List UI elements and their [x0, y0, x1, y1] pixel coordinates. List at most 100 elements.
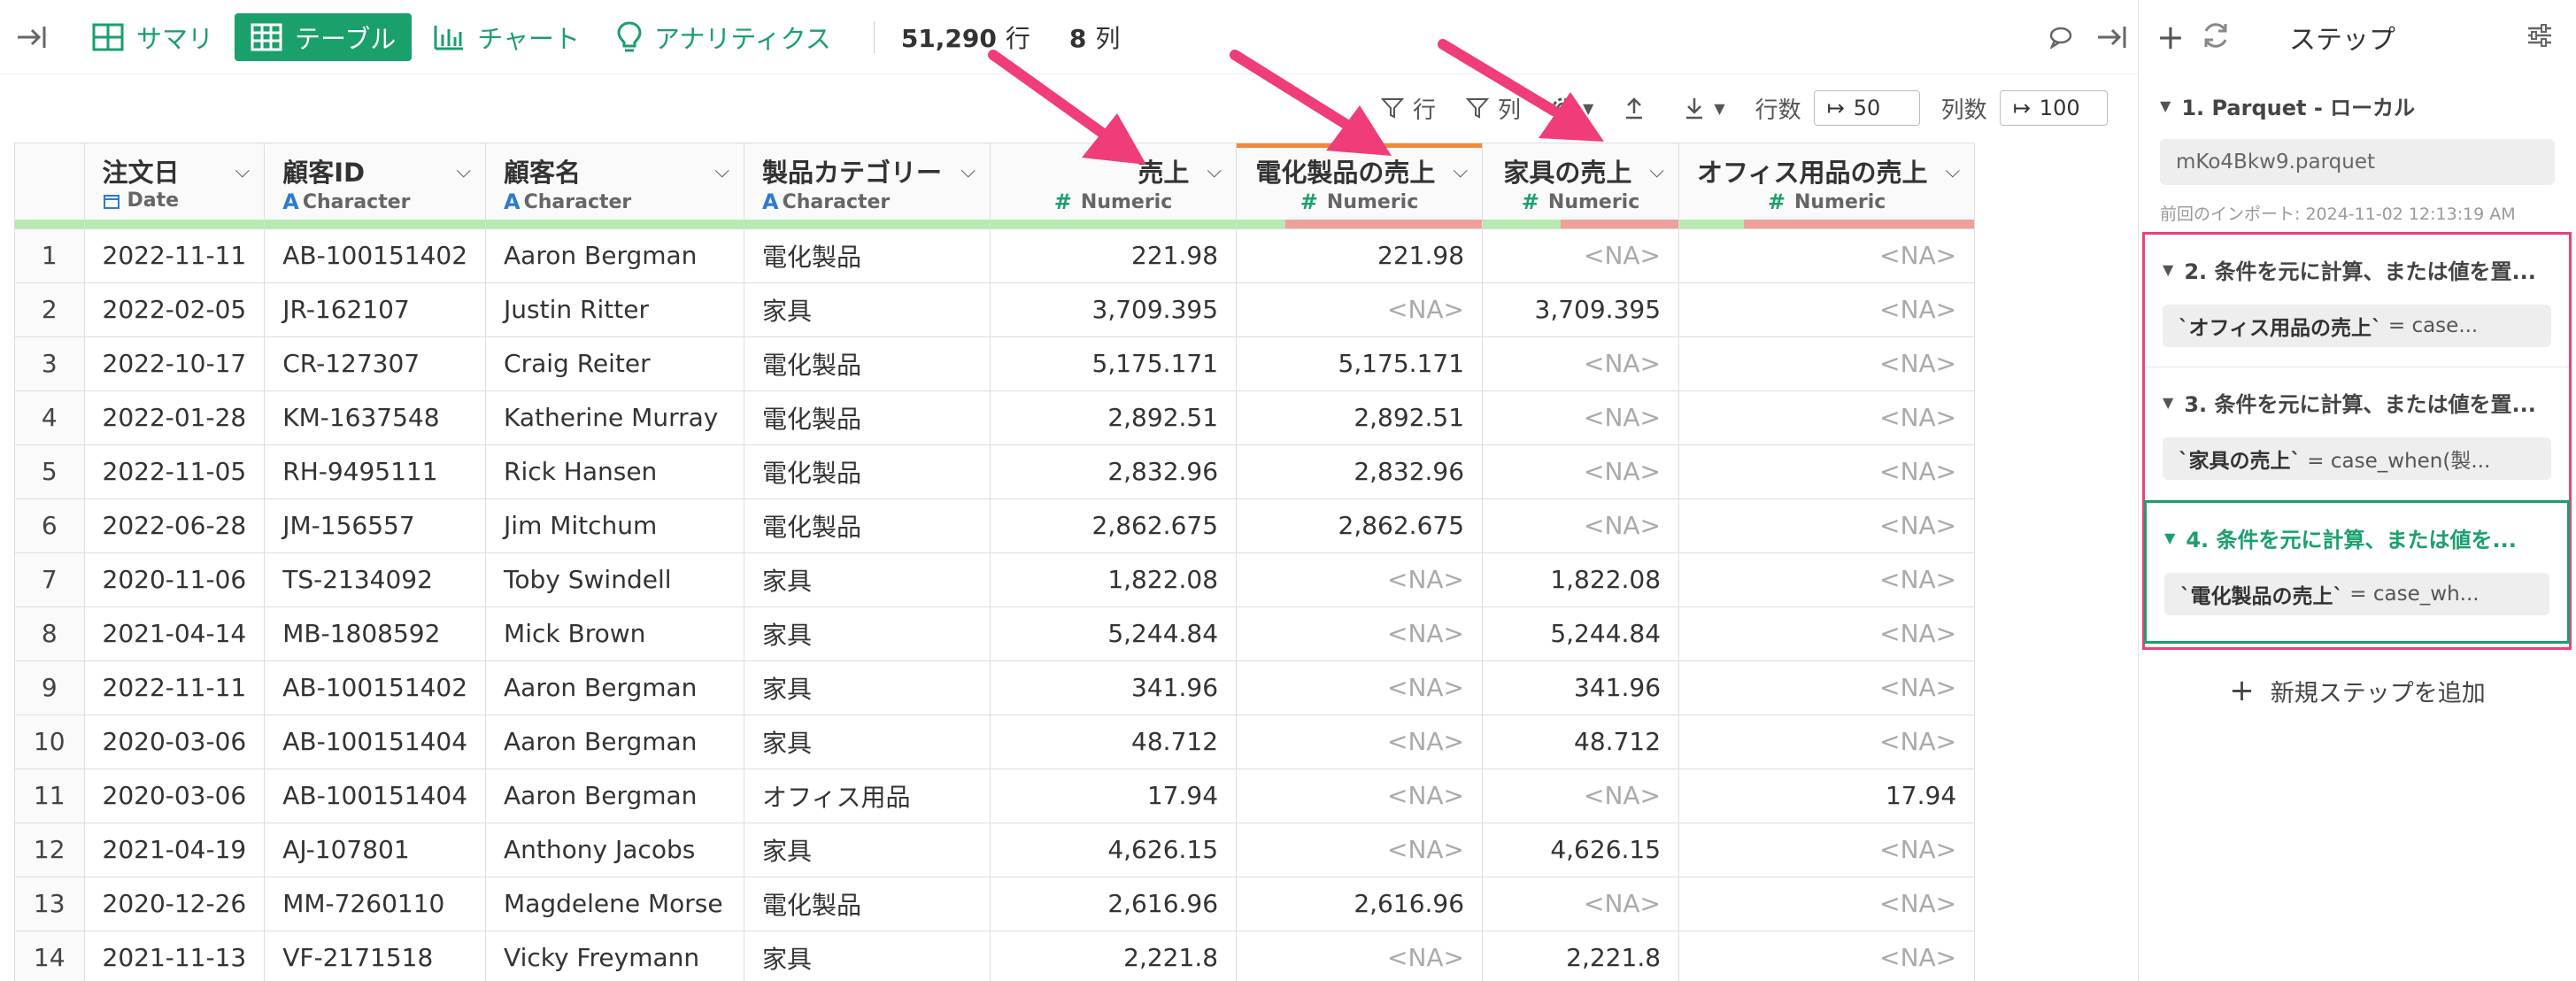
- table-cell[interactable]: 1,822.08: [990, 552, 1238, 607]
- view-table-button[interactable]: テーブル: [235, 12, 413, 61]
- chevron-down-icon[interactable]: ⌵: [235, 160, 251, 182]
- table-cell[interactable]: MM-7260110: [264, 877, 487, 931]
- table-cell[interactable]: 5,175.171: [1236, 336, 1484, 391]
- table-cell[interactable]: 2,832.96: [990, 444, 1238, 499]
- table-cell[interactable]: 48.712: [1482, 715, 1680, 769]
- table-cell[interactable]: <NA>: [1236, 606, 1484, 661]
- table-cell[interactable]: 2020-12-26: [84, 877, 266, 931]
- table-cell[interactable]: Aaron Bergman: [485, 228, 745, 283]
- table-cell[interactable]: 2,892.51: [990, 390, 1238, 445]
- table-cell[interactable]: <NA>: [1236, 715, 1484, 769]
- table-cell[interactable]: VF-2171518: [264, 931, 487, 981]
- table-cell[interactable]: <NA>: [1236, 823, 1484, 877]
- step-4[interactable]: ▼ 4. 条件を元に計算、または値を... `電化製品の売上` = case_wh…: [2144, 500, 2570, 644]
- table-cell[interactable]: Jim Mitchum: [485, 498, 745, 553]
- table-cell[interactable]: KM-1637548: [264, 390, 487, 445]
- table-cell[interactable]: オフィス用品: [744, 769, 991, 823]
- step-2[interactable]: ▼ 2. 条件を元に計算、または値を置... `オフィス用品の売上` = case…: [2145, 235, 2569, 367]
- table-cell[interactable]: 2022-11-11: [84, 660, 266, 715]
- table-cell[interactable]: 2021-11-13: [84, 931, 266, 981]
- table-cell[interactable]: 2,892.51: [1236, 390, 1484, 445]
- table-cell[interactable]: 家具: [744, 552, 991, 607]
- table-cell[interactable]: <NA>: [1678, 877, 1976, 931]
- table-cell[interactable]: 17.94: [1678, 769, 1976, 823]
- column-header[interactable]: 家具の売上 ⌵ # Numeric: [1482, 143, 1680, 229]
- table-cell[interactable]: AJ-107801: [264, 823, 487, 877]
- table-cell[interactable]: 4,626.15: [1482, 823, 1680, 877]
- table-cell[interactable]: 2022-11-05: [84, 444, 266, 499]
- table-cell[interactable]: 5,244.84: [990, 606, 1238, 661]
- table-cell[interactable]: 2,616.96: [990, 877, 1238, 931]
- table-cell[interactable]: 2020-11-06: [84, 552, 266, 607]
- table-cell[interactable]: 2022-02-05: [84, 282, 266, 337]
- upload-icon[interactable]: [1623, 96, 1654, 120]
- table-cell[interactable]: 2022-01-28: [84, 390, 266, 445]
- table-cell[interactable]: <NA>: [1482, 390, 1680, 445]
- download-dropdown[interactable]: ▼: [1684, 96, 1725, 120]
- table-cell[interactable]: <NA>: [1678, 606, 1976, 661]
- column-header[interactable]: 注文日 ⌵ Date: [84, 143, 266, 229]
- table-cell[interactable]: <NA>: [1236, 660, 1484, 715]
- table-cell[interactable]: 電化製品: [744, 877, 991, 931]
- caret-down-icon[interactable]: ▼: [2163, 261, 2173, 278]
- table-cell[interactable]: <NA>: [1678, 282, 1976, 337]
- chevron-down-icon[interactable]: ⌵: [456, 160, 471, 182]
- table-cell[interactable]: 電化製品: [744, 228, 991, 283]
- table-cell[interactable]: 家具: [744, 660, 991, 715]
- step-1[interactable]: ▼ 1. Parquet - ローカル mKo4Bkw9.parquet 前回のイ…: [2139, 74, 2576, 225]
- chevron-down-icon[interactable]: ⌵: [1453, 160, 1468, 182]
- chevron-down-icon[interactable]: ⌵: [1945, 160, 1960, 182]
- table-cell[interactable]: 2,221.8: [990, 931, 1238, 981]
- table-cell[interactable]: 48.712: [990, 715, 1238, 769]
- table-cell[interactable]: <NA>: [1236, 931, 1484, 981]
- column-header[interactable]: 製品カテゴリー ⌵ A Character: [744, 143, 991, 229]
- table-cell[interactable]: <NA>: [1482, 498, 1680, 553]
- table-cell[interactable]: 3,709.395: [990, 282, 1238, 337]
- table-cell[interactable]: 17.94: [990, 769, 1238, 823]
- table-cell[interactable]: 2,862.675: [1236, 498, 1484, 553]
- table-cell[interactable]: 家具: [744, 606, 991, 661]
- table-cell[interactable]: <NA>: [1482, 877, 1680, 931]
- column-header[interactable]: 顧客名 ⌵ A Character: [485, 143, 745, 229]
- table-cell[interactable]: <NA>: [1678, 931, 1976, 981]
- table-cell[interactable]: 221.98: [990, 228, 1238, 283]
- table-cell[interactable]: RH-9495111: [264, 444, 487, 499]
- column-header[interactable]: 顧客ID ⌵ A Character: [264, 143, 487, 229]
- table-cell[interactable]: 2020-03-06: [84, 715, 266, 769]
- table-cell[interactable]: Katherine Murray: [485, 390, 745, 445]
- table-cell[interactable]: <NA>: [1678, 444, 1976, 499]
- add-step-button[interactable]: + 新規ステップを追加: [2139, 673, 2576, 708]
- table-cell[interactable]: TS-2134092: [264, 552, 487, 607]
- table-cell[interactable]: 電化製品: [744, 336, 991, 391]
- table-cell[interactable]: AB-100151402: [264, 660, 487, 715]
- table-cell[interactable]: 2022-06-28: [84, 498, 266, 553]
- table-cell[interactable]: 221.98: [1236, 228, 1484, 283]
- step-3[interactable]: ▼ 3. 条件を元に計算、または値を置... `家具の売上` = case_whe…: [2145, 367, 2569, 500]
- table-cell[interactable]: 2,832.96: [1236, 444, 1484, 499]
- table-cell[interactable]: 2,862.675: [990, 498, 1238, 553]
- table-cell[interactable]: CR-127307: [264, 336, 487, 391]
- table-cell[interactable]: 2,221.8: [1482, 931, 1680, 981]
- table-cell[interactable]: <NA>: [1678, 715, 1976, 769]
- table-cell[interactable]: Aaron Bergman: [485, 769, 745, 823]
- table-cell[interactable]: 2022-11-11: [84, 228, 266, 283]
- cols-input[interactable]: ↦ 100: [1999, 90, 2108, 126]
- table-cell[interactable]: <NA>: [1236, 552, 1484, 607]
- view-analytics-button[interactable]: アナリティクス: [601, 13, 847, 61]
- table-cell[interactable]: <NA>: [1678, 660, 1976, 715]
- table-cell[interactable]: 2021-04-19: [84, 823, 266, 877]
- table-cell[interactable]: Aaron Bergman: [485, 715, 745, 769]
- caret-down-icon[interactable]: ▼: [2164, 529, 2175, 546]
- table-cell[interactable]: <NA>: [1678, 390, 1976, 445]
- table-cell[interactable]: JM-156557: [264, 498, 487, 553]
- table-cell[interactable]: Rick Hansen: [485, 444, 745, 499]
- chevron-down-icon[interactable]: ⌵: [960, 160, 976, 182]
- rows-input[interactable]: ↦ 50: [1813, 90, 1920, 126]
- table-cell[interactable]: 家具: [744, 715, 991, 769]
- table-cell[interactable]: Mick Brown: [485, 606, 745, 661]
- chevron-down-icon[interactable]: ⌵: [1649, 160, 1664, 182]
- table-cell[interactable]: <NA>: [1678, 336, 1976, 391]
- comment-icon[interactable]: [2035, 11, 2086, 64]
- table-cell[interactable]: 2,616.96: [1236, 877, 1484, 931]
- collapse-left-icon[interactable]: [5, 11, 58, 64]
